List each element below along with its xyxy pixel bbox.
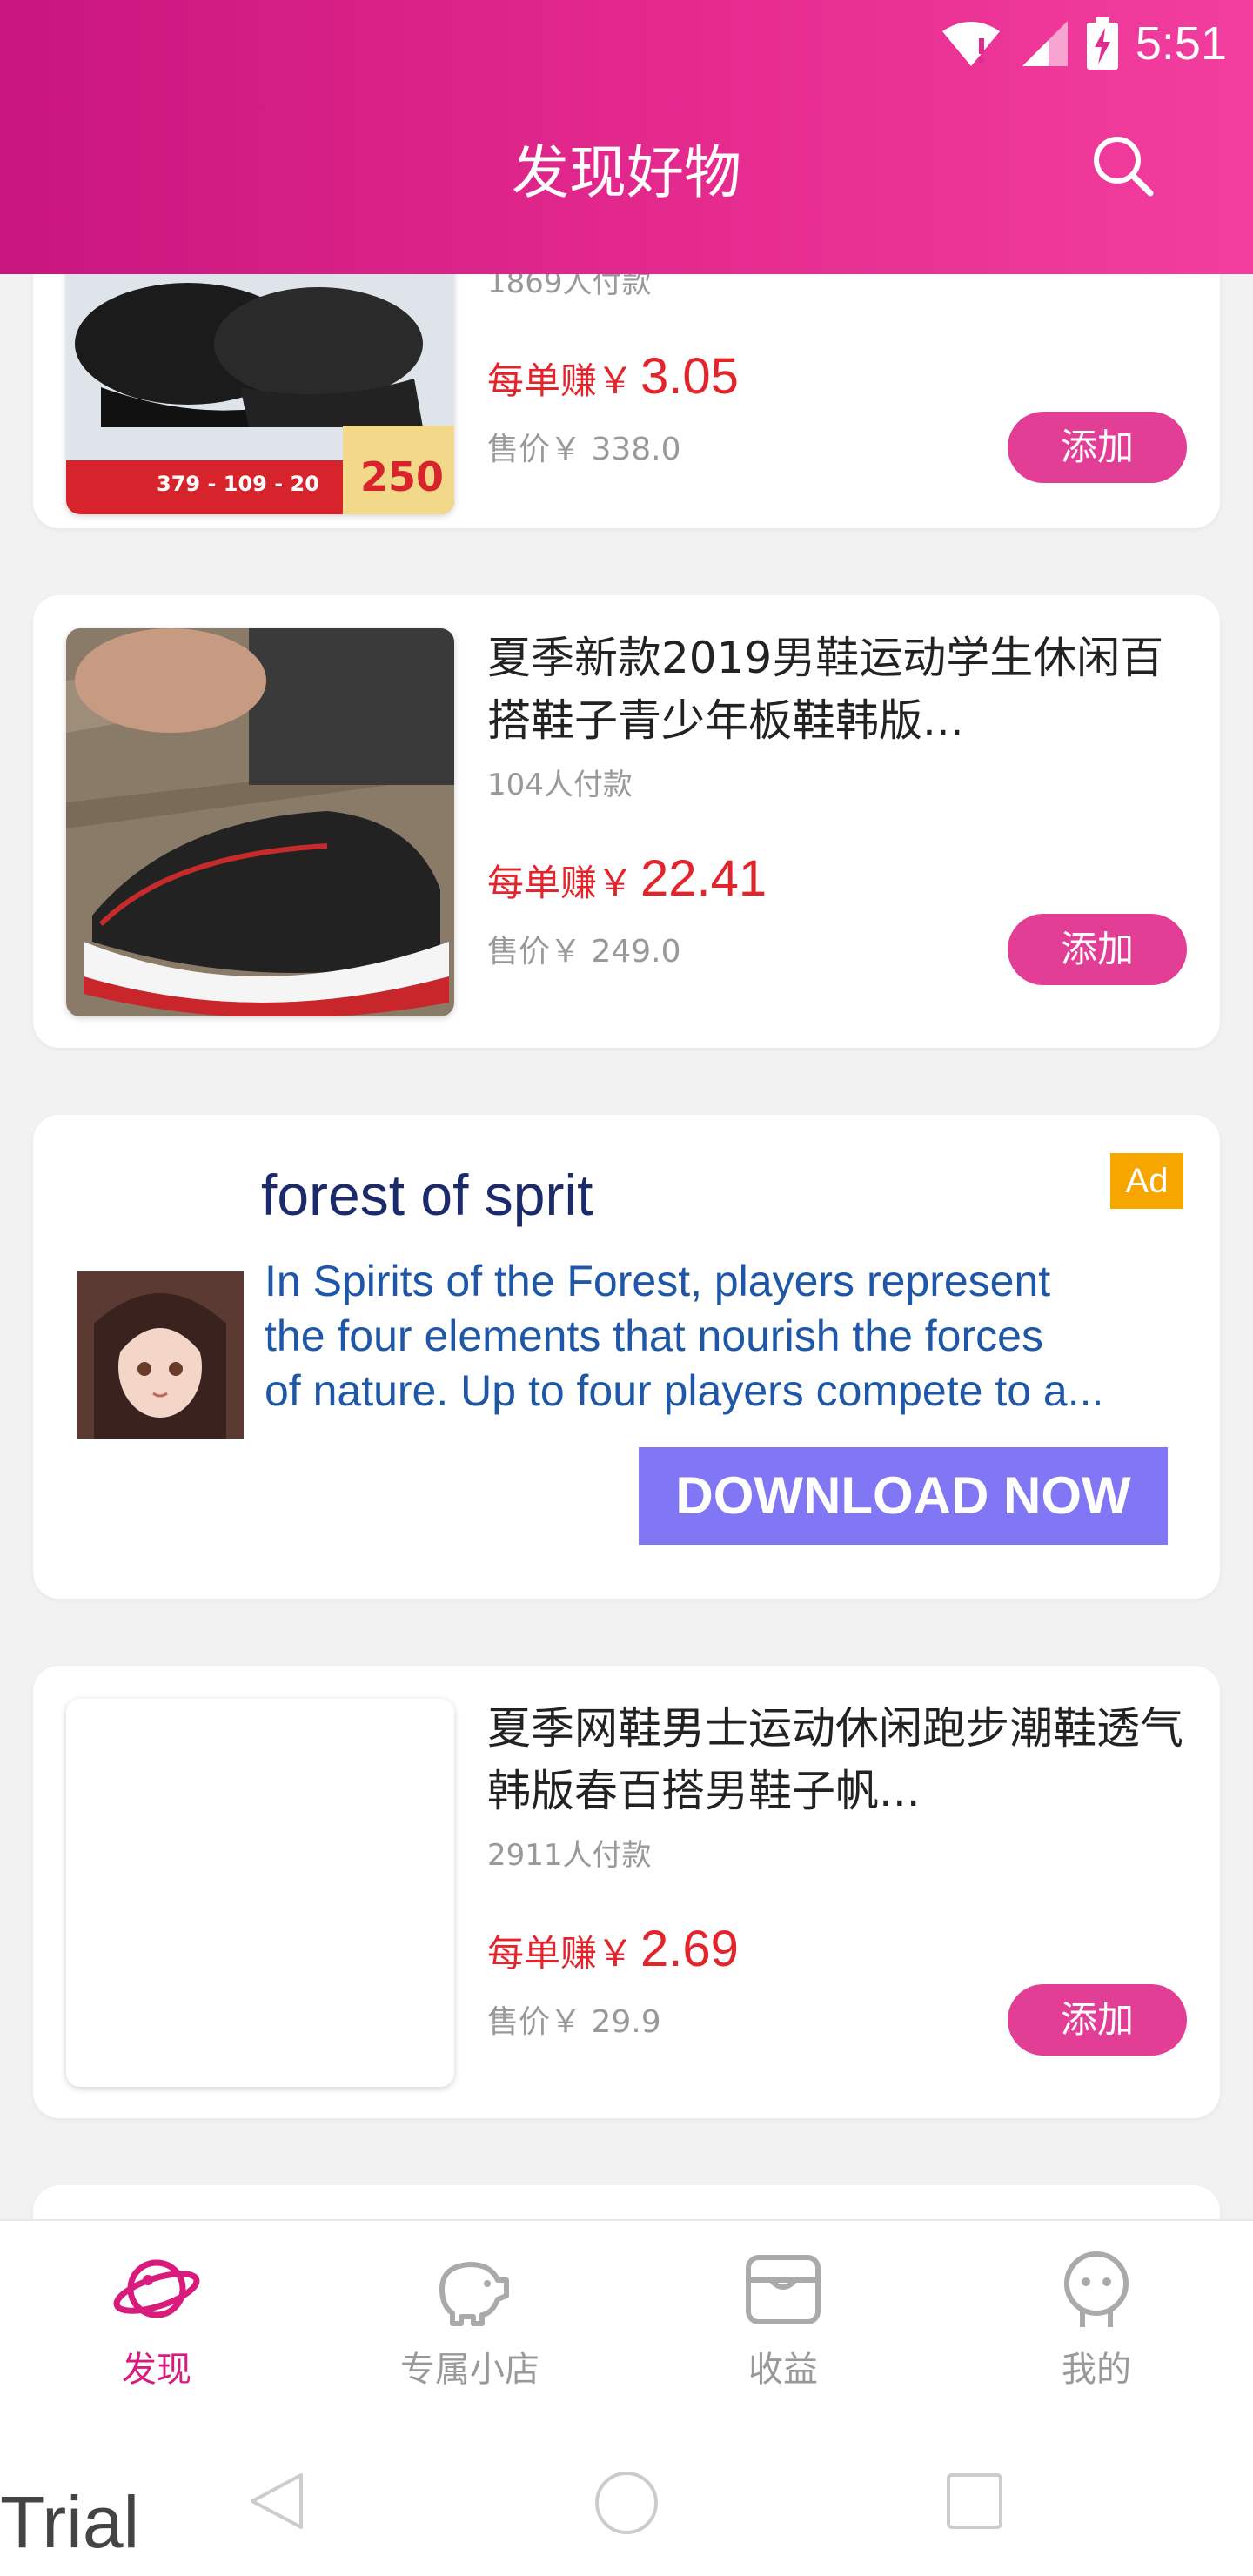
- promo-price: 250: [360, 453, 445, 500]
- commission-value: 3.05: [640, 348, 739, 405]
- tab-earnings[interactable]: 收益: [626, 2221, 940, 2404]
- product-card[interactable]: 夏季新款2019男鞋运动学生休闲百搭鞋子青少年板鞋韩版... 104人付款 每单…: [33, 595, 1220, 1048]
- tab-label: 专属小店: [400, 2350, 539, 2390]
- ad-description: In Spirits of the Forest, players repres…: [265, 1254, 1187, 1419]
- buyer-count: 1869人付款: [487, 274, 652, 300]
- ad-description-line: In Spirits of the Forest, players repres…: [265, 1257, 1051, 1305]
- recents-icon[interactable]: [945, 2472, 1004, 2531]
- wifi-icon: [941, 21, 1000, 66]
- system-nav-bar: [0, 2402, 1253, 2576]
- piggy-bank-icon: [439, 2262, 509, 2326]
- product-feed[interactable]: 379 - 109 - 20 250 1869人付款 每单赚￥ 3.05 售价￥ …: [0, 274, 1253, 2219]
- product-image[interactable]: 379 - 109 - 20 250: [66, 274, 454, 514]
- buyer-count: 104人付款: [487, 768, 633, 802]
- app-header: 5:51 发现好物: [0, 0, 1253, 274]
- add-button[interactable]: 添加: [1008, 914, 1187, 985]
- trial-watermark: Trial: [0, 2481, 140, 2563]
- commission-label: 每单赚￥: [487, 359, 634, 402]
- sale-price: 售价￥ 249.0: [487, 934, 681, 969]
- promo-text: 379 - 109 - 20: [157, 472, 319, 496]
- bottom-tab-bar: 发现 专属小店 收益 我的: [0, 2219, 1253, 2404]
- signal-icon: [1022, 20, 1068, 66]
- download-now-button[interactable]: DOWNLOAD NOW: [639, 1447, 1168, 1545]
- status-time: 5:51: [1135, 17, 1227, 70]
- buyer-count: 2911人付款: [487, 1838, 652, 1873]
- planet-icon: [113, 2259, 200, 2318]
- battery-icon: [1086, 17, 1118, 70]
- search-icon[interactable]: [1088, 131, 1157, 200]
- add-button[interactable]: 添加: [1008, 1984, 1187, 2056]
- ad-description-line: of nature. Up to four players compete to…: [265, 1366, 1104, 1415]
- user-icon: [1064, 2251, 1129, 2327]
- sale-price: 售价￥ 338.0: [487, 432, 681, 467]
- commission-label: 每单赚￥: [487, 862, 634, 904]
- tab-discover[interactable]: 发现: [0, 2221, 313, 2404]
- tab-label: 发现: [122, 2350, 191, 2390]
- commission: 每单赚￥ 3.05: [487, 347, 739, 406]
- sale-price: 售价￥ 29.9: [487, 2004, 661, 2040]
- product-image[interactable]: [66, 628, 454, 1016]
- ad-description-line: the four elements that nourish the force…: [265, 1311, 1043, 1360]
- tab-shop[interactable]: 专属小店: [313, 2221, 626, 2404]
- product-image[interactable]: [66, 1699, 454, 2087]
- product-card[interactable]: 夏季网鞋男士运动休闲跑步潮鞋透气韩版春百搭男鞋子帆... 2911人付款 每单赚…: [33, 1666, 1220, 2118]
- home-icon[interactable]: [593, 2470, 660, 2536]
- commission-value: 22.41: [640, 850, 767, 907]
- page-title: 发现好物: [512, 139, 741, 206]
- product-title[interactable]: 夏季网鞋男士运动休闲跑步潮鞋透气韩版春百搭男鞋子帆...: [487, 1697, 1183, 1822]
- product-card[interactable]: 379 - 109 - 20 250 1869人付款 每单赚￥ 3.05 售价￥ …: [33, 274, 1220, 528]
- commission-label: 每单赚￥: [487, 1932, 634, 1975]
- tab-profile[interactable]: 我的: [940, 2221, 1253, 2404]
- add-button[interactable]: 添加: [1008, 412, 1187, 483]
- status-bar: 5:51: [941, 10, 1227, 76]
- commission: 每单赚￥ 2.69: [487, 1920, 739, 1978]
- ad-badge: Ad: [1110, 1153, 1183, 1209]
- commission-value: 2.69: [640, 1921, 739, 1977]
- ad-app-icon[interactable]: [77, 1271, 244, 1439]
- commission: 每单赚￥ 22.41: [487, 849, 767, 908]
- tab-label: 收益: [748, 2350, 818, 2390]
- tab-label: 我的: [1062, 2350, 1131, 2390]
- ad-card[interactable]: forest of sprit Ad In Spirits of the For…: [33, 1115, 1220, 1599]
- box-icon: [746, 2255, 821, 2324]
- product-card[interactable]: [33, 2185, 1220, 2219]
- back-icon[interactable]: [245, 2470, 308, 2532]
- ad-title[interactable]: forest of sprit: [261, 1162, 593, 1228]
- product-title[interactable]: 夏季新款2019男鞋运动学生休闲百搭鞋子青少年板鞋韩版...: [487, 627, 1183, 752]
